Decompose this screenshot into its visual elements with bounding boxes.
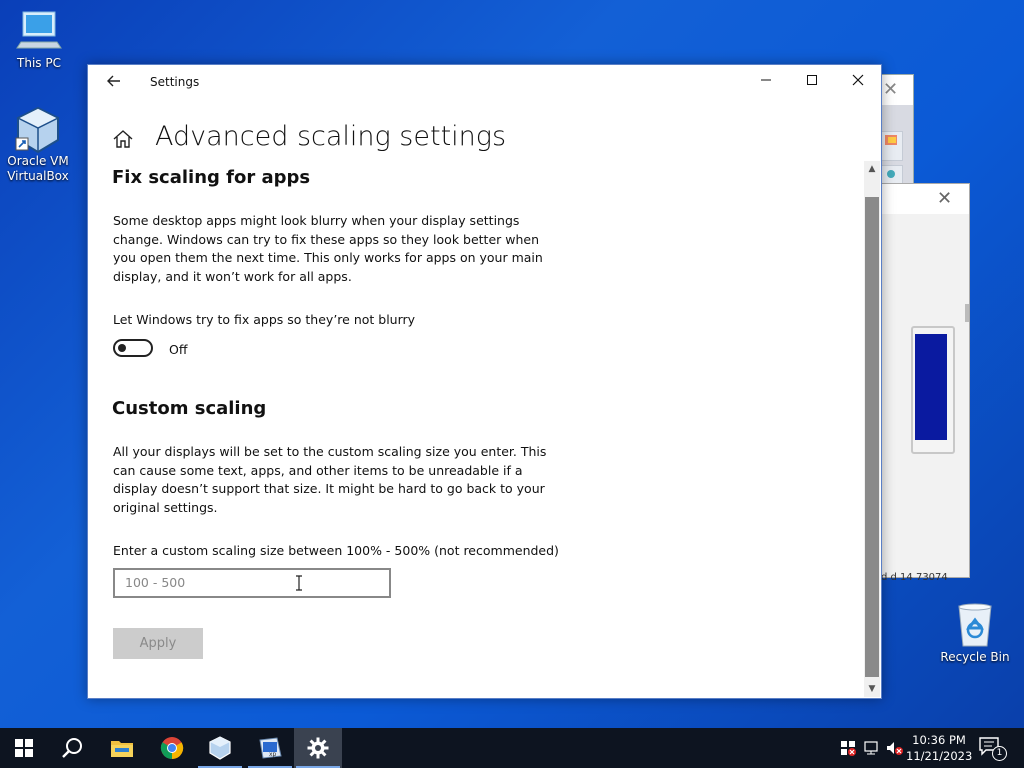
custom-scaling-input[interactable]: 100 - 500 bbox=[113, 568, 391, 598]
vm-xp-taskbar-button[interactable]: xp bbox=[246, 728, 294, 768]
start-button[interactable] bbox=[0, 728, 48, 768]
section-heading-fix-scaling: Fix scaling for apps bbox=[112, 167, 311, 188]
virtualbox-taskbar-button[interactable] bbox=[196, 728, 244, 768]
toggle-state-label: Off bbox=[169, 342, 188, 357]
close-icon[interactable]: ✕ bbox=[883, 79, 898, 100]
vm-xp-icon: xp bbox=[259, 737, 282, 759]
desktop-icon-this-pc[interactable]: This PC bbox=[4, 8, 74, 71]
background-window-tile bbox=[881, 131, 903, 161]
search-button[interactable] bbox=[48, 728, 96, 768]
network-icon[interactable] bbox=[864, 740, 880, 759]
monitor-preview bbox=[911, 326, 955, 454]
security-shield-icon[interactable] bbox=[840, 740, 856, 759]
taskbar-clock[interactable]: 10:36 PM 11/21/2023 bbox=[906, 732, 972, 764]
desktop-icon-label: Recycle Bin bbox=[940, 650, 1010, 664]
taskbar: xp 10:36 PM 11/21/2023 1 bbox=[0, 728, 1024, 768]
virtualbox-icon bbox=[14, 106, 62, 154]
virtualbox-icon bbox=[209, 736, 231, 760]
custom-scaling-description: All your displays will be set to the cus… bbox=[113, 444, 547, 515]
back-arrow-icon[interactable] bbox=[102, 71, 126, 93]
minimize-button[interactable] bbox=[743, 65, 789, 99]
close-icon[interactable]: ✕ bbox=[937, 188, 952, 209]
window-titlebar[interactable]: Settings bbox=[88, 65, 881, 99]
fix-scaling-toggle-label: Let Windows try to fix apps so they’re n… bbox=[113, 312, 416, 327]
file-explorer-icon bbox=[111, 741, 133, 757]
home-icon[interactable] bbox=[112, 129, 134, 149]
background-window-text-fragment: d d 14 73074 bbox=[881, 572, 948, 583]
notification-center-button[interactable]: 1 bbox=[978, 736, 1008, 761]
chrome-icon bbox=[160, 737, 184, 760]
custom-scaling-input-placeholder: 100 - 500 bbox=[125, 575, 186, 590]
desktop-icon-recycle-bin[interactable]: Recycle Bin bbox=[940, 602, 1010, 665]
chrome-button[interactable] bbox=[148, 728, 196, 768]
vertical-scrollbar[interactable]: ▲ ▼ bbox=[864, 161, 880, 697]
desktop-icon-label: Oracle VM VirtualBox bbox=[7, 154, 69, 183]
desktop-icon-virtualbox[interactable]: Oracle VM VirtualBox bbox=[3, 106, 73, 184]
fix-scaling-description: Some desktop apps might look blurry when… bbox=[113, 213, 543, 284]
page-title: Advanced scaling settings bbox=[155, 121, 507, 152]
toggle-knob bbox=[118, 344, 126, 352]
volume-muted-icon[interactable] bbox=[886, 740, 904, 759]
custom-scaling-input-label: Enter a custom scaling size between 100%… bbox=[113, 543, 559, 558]
this-pc-icon bbox=[15, 8, 63, 54]
apply-button[interactable]: Apply bbox=[113, 628, 203, 659]
background-window-scrollbar[interactable] bbox=[965, 304, 969, 322]
window-title: Settings bbox=[150, 75, 200, 89]
settings-window: Settings Advanced scaling settings Fix s… bbox=[87, 64, 882, 699]
scroll-down-icon[interactable]: ▼ bbox=[864, 681, 880, 697]
notification-count-badge: 1 bbox=[992, 746, 1007, 761]
recycle-bin-icon bbox=[951, 602, 999, 648]
clock-time: 10:36 PM bbox=[912, 733, 966, 747]
clock-date: 11/21/2023 bbox=[906, 749, 973, 763]
scrollbar-thumb[interactable] bbox=[865, 197, 879, 677]
background-window-titlebar: ✕ bbox=[881, 184, 969, 214]
close-button[interactable] bbox=[835, 65, 881, 99]
desktop-icon-label: This PC bbox=[17, 56, 61, 70]
section-heading-custom-scaling: Custom scaling bbox=[112, 398, 267, 419]
scroll-up-icon[interactable]: ▲ bbox=[864, 161, 880, 177]
background-window-2[interactable]: ✕ d d 14 73074 bbox=[880, 183, 970, 583]
search-icon bbox=[62, 738, 82, 758]
maximize-button[interactable] bbox=[789, 65, 835, 99]
settings-taskbar-button[interactable] bbox=[294, 728, 342, 768]
text-cursor-icon bbox=[294, 575, 304, 595]
svg-text:xp: xp bbox=[269, 751, 277, 758]
file-explorer-button[interactable] bbox=[98, 728, 146, 768]
start-icon bbox=[15, 739, 33, 757]
settings-icon bbox=[307, 737, 329, 759]
system-tray bbox=[836, 728, 906, 768]
fix-scaling-toggle[interactable] bbox=[113, 339, 153, 357]
